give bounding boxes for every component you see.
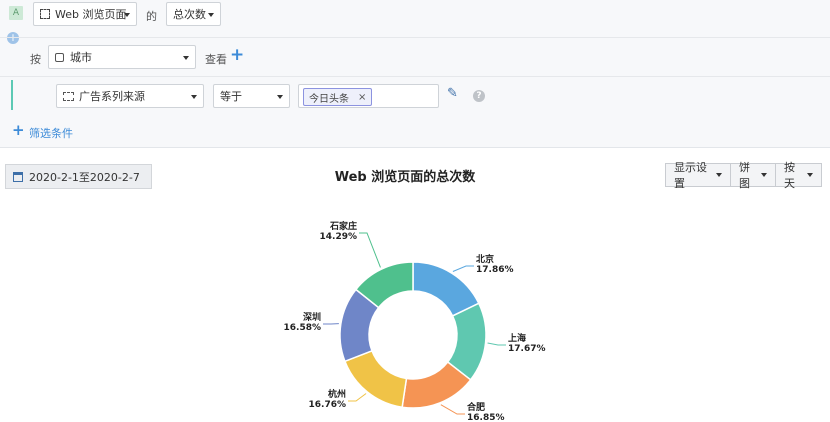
add-group-by-icon[interactable]: + bbox=[230, 45, 244, 65]
leader-line bbox=[359, 232, 381, 268]
row-divider bbox=[0, 37, 830, 38]
leader-line bbox=[440, 404, 465, 415]
slice-label: 上海 bbox=[508, 332, 526, 344]
slice-label: 深圳 bbox=[303, 311, 321, 323]
pie-slice[interactable] bbox=[354, 261, 414, 309]
filter-operator-select[interactable]: 等于 bbox=[213, 84, 290, 108]
slice-percent-label: 16.85% bbox=[467, 413, 505, 422]
slice-percent-label: 16.58% bbox=[284, 323, 322, 333]
group-by-label: 按 bbox=[30, 53, 41, 66]
slice-percent-label: 17.86% bbox=[476, 265, 514, 275]
calendar-icon bbox=[13, 171, 23, 182]
filter-value-tag-label: 今日头条 bbox=[309, 93, 349, 105]
user-attribute-icon bbox=[55, 52, 64, 62]
filter-indicator-bar bbox=[11, 80, 13, 110]
add-filter-icon[interactable]: + bbox=[12, 121, 25, 139]
display-settings-label: 显示设置 bbox=[674, 161, 707, 190]
event-select-label: Web 浏览页面 bbox=[55, 8, 127, 21]
leader-line bbox=[348, 393, 367, 402]
chevron-down-icon bbox=[191, 95, 197, 99]
remove-tag-icon[interactable]: × bbox=[358, 92, 366, 103]
group-by-select[interactable]: 城市 bbox=[48, 45, 196, 69]
chevron-down-icon bbox=[208, 13, 214, 17]
slice-label: 合肥 bbox=[467, 401, 485, 413]
metric-select[interactable]: 总次数 bbox=[166, 2, 221, 26]
slice-percent-label: 16.76% bbox=[309, 400, 347, 410]
query-badge: A bbox=[9, 6, 23, 20]
pie-slice[interactable] bbox=[339, 288, 380, 363]
filter-property-select[interactable]: 广告系列来源 bbox=[56, 84, 204, 108]
chevron-down-icon bbox=[124, 13, 130, 17]
add-filter-button[interactable]: 筛选条件 bbox=[29, 125, 73, 141]
edit-icon[interactable]: ✎ bbox=[447, 86, 458, 101]
date-range-label: 2020-2-1至2020-2-7 bbox=[29, 170, 140, 184]
of-label: 的 bbox=[146, 10, 157, 23]
help-icon[interactable]: ? bbox=[473, 90, 485, 102]
slice-percent-label: 14.29% bbox=[320, 232, 358, 242]
slice-label: 北京 bbox=[476, 253, 494, 265]
filter-property-label: 广告系列来源 bbox=[79, 90, 145, 103]
leader-line bbox=[487, 342, 506, 346]
slice-label: 杭州 bbox=[328, 388, 346, 400]
filter-value-tag: 今日头条 × bbox=[303, 88, 373, 106]
filter-operator-label: 等于 bbox=[220, 90, 242, 103]
add-query-icon[interactable]: + bbox=[7, 32, 19, 44]
granularity-label: 按天 bbox=[784, 161, 795, 190]
slice-percent-label: 17.67% bbox=[508, 344, 546, 354]
chevron-down-icon bbox=[716, 173, 722, 177]
pie-slice[interactable] bbox=[412, 261, 480, 317]
row-divider bbox=[0, 76, 830, 77]
granularity-button[interactable]: 按天 bbox=[775, 161, 822, 190]
display-settings-button[interactable]: 显示设置 bbox=[665, 161, 731, 190]
page-icon bbox=[40, 9, 50, 19]
leader-line bbox=[452, 265, 474, 272]
slice-label: 石家庄 bbox=[329, 220, 357, 232]
chevron-down-icon bbox=[183, 56, 189, 60]
date-range-button[interactable]: 2020-2-1至2020-2-7 bbox=[5, 164, 152, 189]
chevron-down-icon bbox=[761, 173, 767, 177]
pie-slice[interactable] bbox=[343, 349, 408, 409]
view-label: 查看 bbox=[205, 53, 227, 66]
chart-type-label: 饼图 bbox=[739, 161, 750, 190]
chart-type-button[interactable]: 饼图 bbox=[730, 161, 776, 190]
group-by-select-label: 城市 bbox=[70, 51, 92, 64]
pie-slice[interactable] bbox=[446, 302, 487, 381]
chevron-down-icon bbox=[807, 173, 813, 177]
metric-select-label: 总次数 bbox=[173, 8, 206, 21]
event-attribute-icon bbox=[63, 91, 74, 101]
chart-title: Web 浏览页面的总次数 bbox=[334, 170, 476, 185]
pie-slice[interactable] bbox=[401, 360, 472, 409]
chevron-down-icon bbox=[277, 95, 283, 99]
event-select[interactable]: Web 浏览页面 bbox=[33, 2, 137, 26]
